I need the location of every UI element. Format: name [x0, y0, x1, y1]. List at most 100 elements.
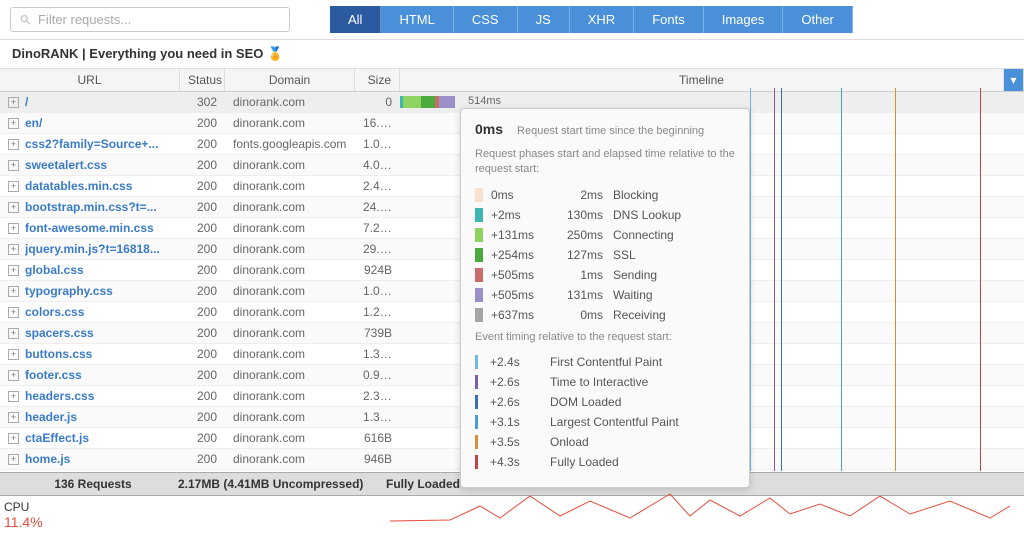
url-text[interactable]: ctaEffect.js — [25, 431, 89, 445]
url-text[interactable]: buttons.css — [25, 347, 92, 361]
cell-url: + datatables.min.css — [0, 176, 180, 196]
phase-row: +2ms130msDNS Lookup — [475, 208, 735, 222]
timeline-dropdown[interactable]: ▾ — [1004, 69, 1024, 91]
url-text[interactable]: en/ — [25, 116, 42, 130]
filter-tab-html[interactable]: HTML — [381, 6, 453, 33]
url-text[interactable]: home.js — [25, 452, 70, 466]
expand-icon[interactable]: + — [8, 202, 19, 213]
search-input[interactable] — [38, 12, 281, 27]
timeline-segment — [403, 96, 421, 108]
expand-icon[interactable]: + — [8, 370, 19, 381]
cell-size: 2.41KB — [355, 176, 400, 196]
cell-status: 200 — [180, 344, 225, 364]
event-label: Onload — [550, 435, 589, 449]
url-text[interactable]: headers.css — [25, 389, 94, 403]
expand-icon[interactable]: + — [8, 139, 19, 150]
cell-size: 739B — [355, 323, 400, 343]
filter-tab-js[interactable]: JS — [518, 6, 570, 33]
event-label: Largest Contentful Paint — [550, 415, 679, 429]
expand-icon[interactable]: + — [8, 412, 19, 423]
expand-icon[interactable]: + — [8, 97, 19, 108]
expand-icon[interactable]: + — [8, 433, 19, 444]
event-time: +4.3s — [490, 455, 550, 469]
expand-icon[interactable]: + — [8, 181, 19, 192]
cell-size: 946B — [355, 449, 400, 469]
phase-swatch — [475, 208, 483, 222]
expand-icon[interactable]: + — [8, 349, 19, 360]
cell-size: 16.2KB — [355, 113, 400, 133]
url-text[interactable]: sweetalert.css — [25, 158, 107, 172]
url-text[interactable]: typography.css — [25, 284, 113, 298]
cell-url: + font-awesome.min.css — [0, 218, 180, 238]
filter-tab-other[interactable]: Other — [783, 6, 853, 33]
url-text[interactable]: bootstrap.min.css?t=... — [25, 200, 157, 214]
url-text[interactable]: / — [25, 95, 28, 109]
expand-icon[interactable]: + — [8, 307, 19, 318]
cell-status: 200 — [180, 176, 225, 196]
phase-duration: 0ms — [553, 308, 603, 322]
cell-status: 200 — [180, 323, 225, 343]
phase-label: DNS Lookup — [613, 208, 681, 222]
filter-tab-xhr[interactable]: XHR — [570, 6, 634, 33]
filter-tabs: AllHTMLCSSJSXHRFontsImagesOther — [330, 6, 853, 33]
filter-tab-fonts[interactable]: Fonts — [634, 6, 704, 33]
cell-url: + header.js — [0, 407, 180, 427]
cell-url: + buttons.css — [0, 344, 180, 364]
url-text[interactable]: font-awesome.min.css — [25, 221, 154, 235]
cell-size: 24.9KB — [355, 197, 400, 217]
cell-domain: dinorank.com — [225, 365, 355, 385]
event-row: +2.4sFirst Contentful Paint — [475, 355, 735, 369]
col-header-status[interactable]: Status — [180, 69, 225, 91]
cell-url: + jquery.min.js?t=16818... — [0, 239, 180, 259]
url-text[interactable]: footer.css — [25, 368, 82, 382]
phase-duration: 1ms — [553, 268, 603, 282]
cell-domain: dinorank.com — [225, 323, 355, 343]
expand-icon[interactable]: + — [8, 265, 19, 276]
popup-phases-heading: Request phases start and elapsed time re… — [475, 147, 735, 178]
cell-url: + home.js — [0, 449, 180, 469]
filter-tab-all[interactable]: All — [330, 6, 381, 33]
url-text[interactable]: css2?family=Source+... — [25, 137, 158, 151]
expand-icon[interactable]: + — [8, 223, 19, 234]
phase-swatch — [475, 268, 483, 282]
event-label: Fully Loaded — [550, 455, 619, 469]
cell-size: 29.9KB — [355, 239, 400, 259]
col-header-url[interactable]: URL — [0, 69, 180, 91]
expand-icon[interactable]: + — [8, 160, 19, 171]
url-text[interactable]: header.js — [25, 410, 77, 424]
expand-icon[interactable]: + — [8, 328, 19, 339]
filter-tab-css[interactable]: CSS — [454, 6, 518, 33]
expand-icon[interactable]: + — [8, 244, 19, 255]
cell-size: 1.04KB — [355, 134, 400, 154]
search-box[interactable] — [10, 7, 290, 32]
phase-swatch — [475, 248, 483, 262]
col-header-timeline[interactable]: Timeline — [400, 69, 1004, 91]
event-label: First Contentful Paint — [550, 355, 662, 369]
cell-status: 200 — [180, 134, 225, 154]
cell-url: + sweetalert.css — [0, 155, 180, 175]
cell-domain: dinorank.com — [225, 155, 355, 175]
cell-size: 0 — [355, 92, 400, 112]
expand-icon[interactable]: + — [8, 391, 19, 402]
event-row: +3.5sOnload — [475, 435, 735, 449]
phase-row: +254ms127msSSL — [475, 248, 735, 262]
col-header-domain[interactable]: Domain — [225, 69, 355, 91]
event-time: +2.6s — [490, 395, 550, 409]
cell-domain: dinorank.com — [225, 470, 355, 472]
cell-url: + en/ — [0, 113, 180, 133]
filter-tab-images[interactable]: Images — [704, 6, 784, 33]
col-header-size[interactable]: Size — [355, 69, 400, 91]
cell-domain: dinorank.com — [225, 239, 355, 259]
url-text[interactable]: global.css — [25, 263, 84, 277]
url-text[interactable]: colors.css — [25, 305, 84, 319]
url-text[interactable]: jquery.min.js?t=16818... — [25, 242, 160, 256]
phase-label: Connecting — [613, 228, 674, 242]
phase-start: +505ms — [491, 268, 553, 282]
url-text[interactable]: datatables.min.css — [25, 179, 132, 193]
expand-icon[interactable]: + — [8, 454, 19, 465]
cell-status: 200 — [180, 470, 225, 472]
expand-icon[interactable]: + — [8, 286, 19, 297]
event-swatch — [475, 395, 478, 409]
expand-icon[interactable]: + — [8, 118, 19, 129]
url-text[interactable]: spacers.css — [25, 326, 94, 340]
